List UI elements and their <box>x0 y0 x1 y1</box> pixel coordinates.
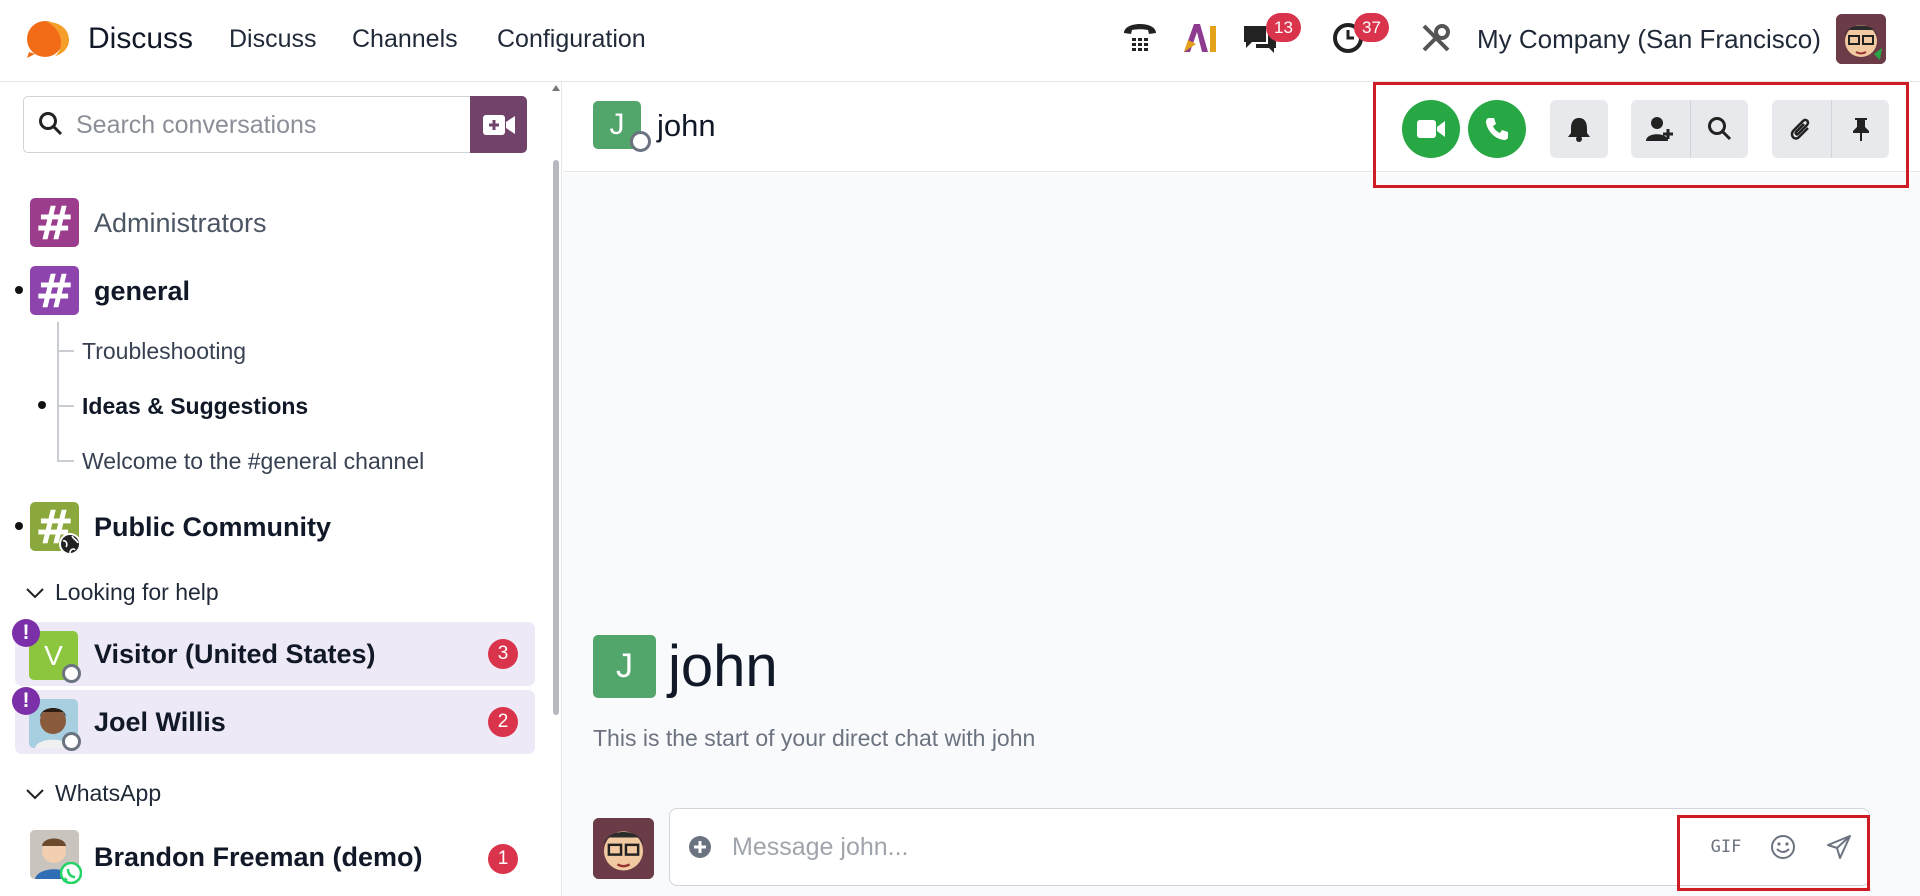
message-thread: J john This is the start of your direct … <box>563 173 1920 896</box>
thread-title[interactable]: john <box>657 108 716 144</box>
category-looking-for-help[interactable]: Looking for help <box>25 579 219 606</box>
pin-icon <box>1852 118 1869 141</box>
message-input[interactable] <box>732 829 1632 865</box>
scroll-up-arrow-icon[interactable] <box>551 84 561 92</box>
start-video-call-button[interactable] <box>1402 100 1460 158</box>
pinned-messages-button[interactable] <box>1831 100 1889 158</box>
search-icon <box>39 112 63 136</box>
channel-hash-icon: # <box>30 196 79 250</box>
app-name[interactable]: Discuss <box>88 22 193 56</box>
thread-tree-branch <box>57 460 74 462</box>
current-user-avatar <box>593 818 654 879</box>
new-meeting-button[interactable] <box>470 96 527 153</box>
start-call-button[interactable] <box>1468 100 1526 158</box>
channel-administrators[interactable]: # Administrators <box>0 192 540 252</box>
tools-icon[interactable] <box>1416 18 1456 58</box>
thread-tree-branch <box>57 405 74 407</box>
subchannel-troubleshooting[interactable]: Troubleshooting <box>82 338 246 365</box>
exclamation-icon: ! <box>12 619 40 647</box>
exclamation-icon: ! <box>12 687 40 715</box>
search-input[interactable] <box>76 107 456 143</box>
company-switcher[interactable]: My Company (San Francisco) <box>1477 24 1821 55</box>
thread-tree-line <box>57 322 59 462</box>
chevron-down-icon <box>26 788 44 799</box>
livechat-name: Joel Willis <box>94 707 226 737</box>
discuss-app-logo[interactable] <box>25 18 71 58</box>
gif-button[interactable]: GIF <box>1706 827 1746 867</box>
activities-count-badge: 37 <box>1354 13 1389 42</box>
user-avatar[interactable] <box>1836 14 1886 64</box>
paperclip-icon <box>1790 118 1810 140</box>
phone-call-icon <box>1486 118 1508 140</box>
category-label: WhatsApp <box>55 780 162 806</box>
chat-start-notice: This is the start of your direct chat wi… <box>593 725 1036 751</box>
video-camera-icon <box>1417 120 1445 138</box>
unread-dot <box>15 286 23 294</box>
livechat-visitor-united-states[interactable]: V Visitor (United States) 3 <box>15 622 535 686</box>
sidebar-scrollbar-thumb[interactable] <box>553 160 559 715</box>
add-plus-icon[interactable] <box>680 827 720 867</box>
search-box <box>23 96 471 153</box>
video-plus-icon <box>482 114 515 135</box>
thread-header: J john <box>563 82 1920 172</box>
ai-icon[interactable] <box>1180 18 1220 58</box>
menu-channels[interactable]: Channels <box>352 25 458 54</box>
menu-discuss[interactable]: Discuss <box>229 25 317 54</box>
search-messages-button[interactable] <box>1690 100 1748 158</box>
add-user-icon <box>1646 117 1673 141</box>
contact-name-large: john <box>668 634 778 699</box>
whatsapp-icon <box>60 862 82 884</box>
unread-dot <box>38 401 46 409</box>
subchannel-welcome[interactable]: Welcome to the #general channel <box>82 448 424 475</box>
unread-count-badge: 2 <box>488 707 518 737</box>
channel-label: Administrators <box>94 208 267 238</box>
offline-status-icon <box>630 131 651 152</box>
channel-general[interactable]: # general <box>0 260 540 320</box>
channel-hash-icon: # <box>30 264 79 318</box>
offline-status-icon <box>62 664 81 683</box>
bell-icon <box>1568 118 1590 142</box>
category-label: Looking for help <box>55 579 219 605</box>
messages-count-badge: 13 <box>1266 13 1301 42</box>
send-icon[interactable] <box>1819 827 1859 867</box>
contact-avatar-large: J <box>593 635 656 698</box>
chevron-down-icon <box>26 587 44 598</box>
unread-dot <box>15 522 23 530</box>
category-whatsapp[interactable]: WhatsApp <box>25 780 161 807</box>
channel-public-community[interactable]: # Public Community <box>0 496 540 556</box>
livechat-joel-willis[interactable]: Joel Willis 2 <box>15 690 535 754</box>
whatsapp-contact-name: Brandon Freeman (demo) <box>94 842 423 872</box>
channel-label: Public Community <box>94 512 332 542</box>
phone-icon[interactable] <box>1120 18 1160 58</box>
add-member-button[interactable] <box>1631 100 1689 158</box>
whatsapp-brandon-freeman[interactable]: Brandon Freeman (demo) 1 <box>0 824 540 888</box>
search-icon <box>1707 117 1731 141</box>
top-navbar: Discuss Discuss Channels Configuration 1… <box>0 0 1920 82</box>
globe-icon <box>59 533 81 555</box>
attachments-button[interactable] <box>1772 100 1830 158</box>
subchannel-ideas-suggestions[interactable]: Ideas & Suggestions <box>82 393 308 420</box>
message-composer: GIF <box>669 808 1870 886</box>
offline-status-icon <box>62 732 81 751</box>
livechat-name: Visitor (United States) <box>94 639 376 669</box>
emoji-icon[interactable] <box>1763 827 1803 867</box>
unread-count-badge: 1 <box>488 844 518 874</box>
thread-tree-branch <box>57 350 74 352</box>
menu-configuration[interactable]: Configuration <box>497 25 646 54</box>
channel-label: general <box>94 276 191 306</box>
conversation-sidebar: # Administrators # general Troubleshooti… <box>0 82 562 896</box>
notification-settings-button[interactable] <box>1550 100 1608 158</box>
unread-count-badge: 3 <box>488 639 518 669</box>
